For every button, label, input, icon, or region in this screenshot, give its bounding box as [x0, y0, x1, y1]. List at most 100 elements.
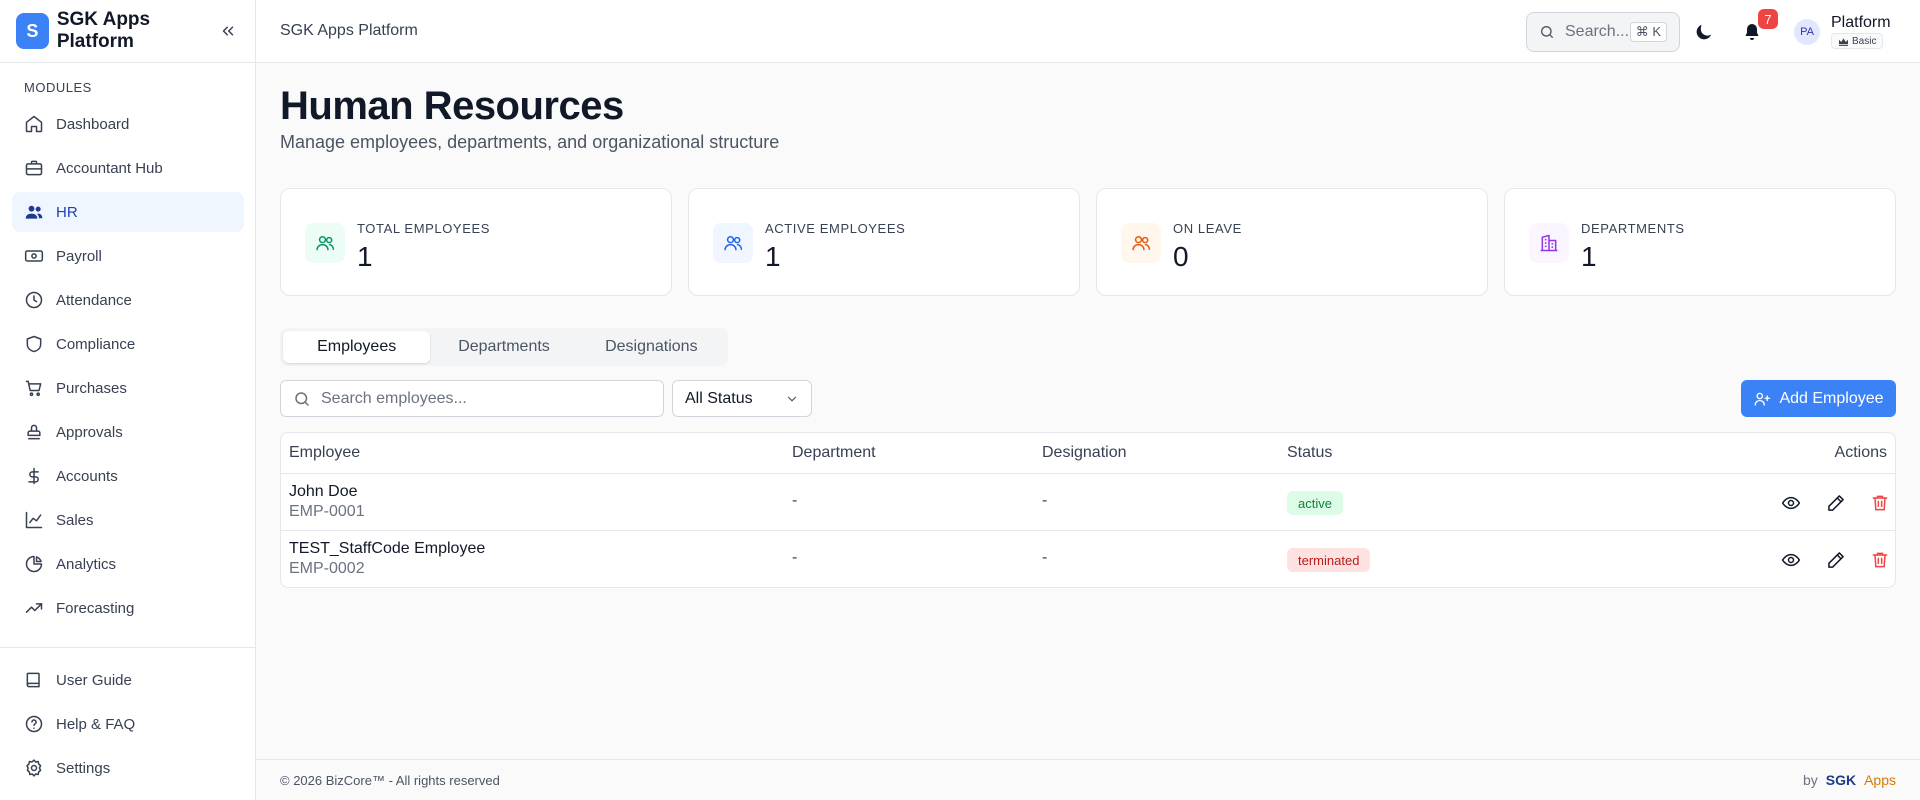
cart-icon [25, 380, 42, 397]
search-icon [295, 391, 309, 406]
sidebar-item-accountant-hub[interactable]: Accountant Hub [12, 148, 244, 188]
moon-icon [1696, 24, 1712, 40]
account-name[interactable]: Platform [1831, 14, 1891, 32]
users-icon [25, 205, 43, 219]
tab-employees[interactable]: Employees [283, 331, 431, 363]
delete-button[interactable] [1870, 493, 1890, 513]
stat-label: DEPARTMENTS [1581, 221, 1685, 236]
stat-label: ACTIVE EMPLOYEES [765, 221, 906, 236]
pencil-icon [1828, 495, 1844, 511]
sidebar-item-help-faq[interactable]: Help & FAQ [12, 704, 243, 744]
footer-brand-sgk: SGK [1825, 772, 1857, 788]
avatar[interactable]: PA [1794, 19, 1820, 45]
sidebar-item-label: Purchases [56, 379, 127, 397]
home-icon [25, 115, 43, 133]
gear-icon [26, 759, 42, 777]
chart-line-icon [25, 511, 43, 529]
sidebar-item-dashboard[interactable]: Dashboard [12, 104, 244, 144]
sidebar-item-analytics[interactable]: Analytics [12, 544, 244, 584]
brand-name[interactable]: SGK Apps Platform [57, 9, 217, 53]
employee-designation: - [1042, 549, 1048, 566]
footer-brand-apps: Apps [1864, 772, 1896, 788]
sidebar-bottom: User Guide Help & FAQ Settings [0, 647, 255, 792]
hr-tabs: Employees Departments Designations [280, 328, 728, 366]
stat-value: 0 [1173, 241, 1189, 272]
sidebar-item-label: Compliance [56, 335, 136, 353]
users-icon [1121, 223, 1161, 263]
pie-chart-icon [25, 555, 43, 573]
table-row[interactable]: TEST_StaffCode Employee EMP-0002 - - ter… [281, 531, 1895, 587]
search-icon [1541, 26, 1553, 38]
employee-name[interactable]: John Doe [289, 483, 358, 501]
notification-count-badge: 7 [1758, 9, 1778, 29]
stat-card-on-leave: ON LEAVE 0 [1096, 188, 1488, 296]
sidebar-item-label: User Guide [56, 671, 132, 689]
sidebar-item-label: Analytics [56, 555, 117, 573]
sidebar: S SGK Apps Platform MODULES Dashboard Ac… [0, 0, 256, 800]
employee-search-input[interactable] [321, 389, 651, 408]
eye-icon [1781, 553, 1801, 567]
tab-designations[interactable]: Designations [578, 331, 725, 363]
sidebar-item-purchases[interactable]: Purchases [12, 368, 244, 408]
sidebar-item-label: Accounts [56, 467, 118, 485]
sidebar-item-user-guide[interactable]: User Guide [12, 660, 243, 700]
trash-icon [1872, 495, 1888, 511]
header-title: SGK Apps Platform [280, 22, 418, 39]
tab-departments[interactable]: Departments [430, 331, 577, 363]
column-header-department[interactable]: Department [792, 444, 876, 462]
edit-button[interactable] [1826, 493, 1846, 513]
sidebar-item-approvals[interactable]: Approvals [12, 412, 244, 452]
sidebar-item-compliance[interactable]: Compliance [12, 324, 244, 364]
stat-value: 1 [1581, 241, 1597, 272]
book-icon [26, 672, 40, 688]
plan-label: Basic [1852, 35, 1877, 47]
brand-logo[interactable]: S [16, 13, 49, 49]
eye-icon [1781, 496, 1801, 510]
view-button[interactable] [1781, 493, 1801, 513]
crown-icon [1839, 37, 1848, 46]
status-filter-value: All Status [685, 389, 753, 407]
column-header-actions: Actions [1834, 444, 1887, 461]
sidebar-item-hr[interactable]: HR [12, 192, 244, 232]
help-circle-icon [25, 715, 43, 733]
column-header-designation[interactable]: Designation [1042, 444, 1127, 462]
modules-label: MODULES [24, 80, 92, 95]
delete-button[interactable] [1870, 550, 1890, 570]
sidebar-item-label: Help & FAQ [56, 715, 136, 733]
sidebar-item-sales[interactable]: Sales [12, 500, 244, 540]
sidebar-item-accounts[interactable]: Accounts [12, 456, 244, 496]
sidebar-item-label: HR [56, 203, 78, 221]
sidebar-nav: Dashboard Accountant Hub HR Payroll Atte… [12, 104, 244, 644]
table-row[interactable]: John Doe EMP-0001 - - active [281, 474, 1895, 531]
search-shortcut: ⌘ K [1629, 22, 1667, 42]
global-search-button[interactable]: Search... ⌘ K [1526, 12, 1680, 52]
dollar-icon [28, 467, 39, 485]
column-header-status[interactable]: Status [1287, 444, 1332, 462]
page-subtitle: Manage employees, departments, and organ… [280, 132, 780, 152]
trash-icon [1872, 552, 1888, 568]
edit-button[interactable] [1826, 550, 1846, 570]
employee-code: EMP-0001 [289, 503, 365, 520]
footer: © 2026 BizCore™ - All rights reserved by… [256, 759, 1920, 800]
sidebar-item-label: Dashboard [56, 115, 130, 133]
column-header-employee[interactable]: Employee [289, 444, 360, 462]
theme-toggle-button[interactable] [1692, 20, 1716, 44]
users-icon [305, 223, 345, 263]
sidebar-item-attendance[interactable]: Attendance [12, 280, 244, 320]
status-filter-select[interactable]: All Status [672, 380, 812, 417]
view-button[interactable] [1781, 550, 1801, 570]
collapse-sidebar-icon[interactable] [217, 19, 239, 43]
sidebar-item-forecasting[interactable]: Forecasting [12, 588, 244, 628]
sidebar-item-label: Accountant Hub [56, 159, 163, 177]
employee-name[interactable]: TEST_StaffCode Employee [289, 540, 485, 558]
footer-brand: by SGK Apps [1803, 772, 1896, 788]
footer-by: by [1802, 772, 1818, 788]
sidebar-item-payroll[interactable]: Payroll [12, 236, 244, 276]
sidebar-item-settings[interactable]: Settings [12, 748, 243, 788]
stat-label: TOTAL EMPLOYEES [357, 221, 491, 236]
sidebar-item-label: Approvals [56, 423, 123, 441]
add-employee-button[interactable]: Add Employee [1741, 380, 1896, 417]
employee-department: - [792, 549, 798, 566]
status-badge: active [1287, 491, 1343, 515]
sidebar-item-label: Attendance [56, 291, 132, 309]
